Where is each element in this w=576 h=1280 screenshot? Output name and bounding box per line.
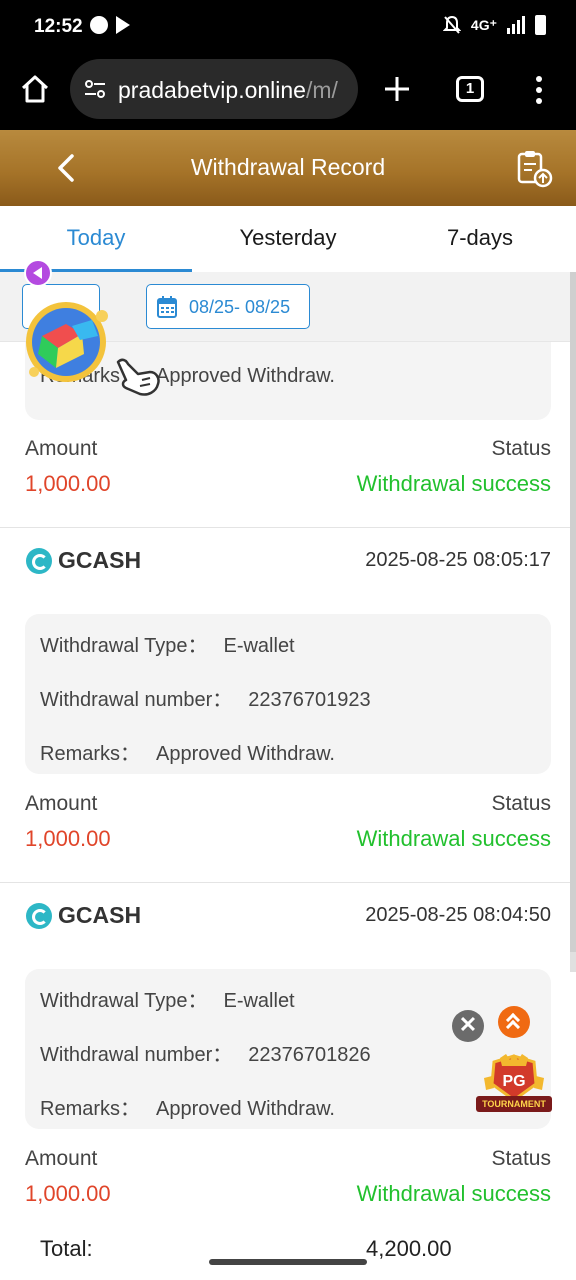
pointer-hand-icon xyxy=(116,358,160,396)
record-datetime: 2025-08-25 08:04:50 xyxy=(365,904,551,926)
gcash-icon xyxy=(26,548,52,574)
amount-value: 1,000.00 xyxy=(25,826,111,851)
tournament-badge[interactable]: PG TOURNAMENT xyxy=(470,1054,558,1120)
record-item: GCASH 2025-08-25 08:04:50 Withdrawal Typ… xyxy=(0,883,570,1223)
status-bar: 12:52 4G⁺ xyxy=(0,0,576,52)
tab-yesterday[interactable]: Yesterday xyxy=(192,206,384,272)
amount-label: Amount xyxy=(25,792,98,815)
withdrawal-type-row: Withdrawal Type： E-wallet xyxy=(40,635,295,657)
status-value: Withdrawal success xyxy=(356,1181,551,1206)
gesture-nav-bar[interactable] xyxy=(209,1259,367,1265)
remarks-row: Remarks： Approved Withdraw. xyxy=(40,743,335,765)
more-menu-icon[interactable] xyxy=(536,76,544,106)
withdrawal-type-row: Withdrawal Type： E-wallet xyxy=(40,990,295,1012)
date-range-text: 08/25- 08/25 xyxy=(189,297,291,317)
new-tab-icon[interactable] xyxy=(382,74,412,104)
tab-7-days[interactable]: 7-days xyxy=(384,206,576,272)
payment-method: GCASH xyxy=(58,902,142,928)
remarks-row: Remarks： Approved Withdraw. xyxy=(40,1098,335,1120)
record-item: GCASH 2025-08-25 08:05:17 Withdrawal Typ… xyxy=(0,528,570,883)
app-header: Withdrawal Record xyxy=(0,130,576,206)
record-header: GCASH 2025-08-25 08:05:17 xyxy=(0,528,570,588)
record-datetime: 2025-08-25 08:05:17 xyxy=(365,549,551,571)
messenger-icon xyxy=(90,16,108,34)
record-details: Withdrawal Type： E-wallet Withdrawal numb… xyxy=(25,614,551,774)
clipboard-upload-icon[interactable] xyxy=(516,148,554,188)
status-label: Status xyxy=(491,792,551,815)
page-title: Withdrawal Record xyxy=(190,154,386,180)
notification-icons xyxy=(90,16,130,34)
game-cube-icon[interactable] xyxy=(22,296,122,386)
total-value: 4,200.00 xyxy=(366,1236,452,1261)
home-icon[interactable] xyxy=(20,74,50,104)
amount-value: 1,000.00 xyxy=(25,1181,111,1206)
network-type: 4G⁺ xyxy=(470,16,497,33)
url-host: pradabetvip.online xyxy=(118,77,306,103)
record-list: Withdrawal number：22376702828 Remarks：Ap… xyxy=(0,342,570,1280)
total-label: Total: xyxy=(40,1236,93,1261)
battery-icon xyxy=(535,15,546,35)
amount-label: Amount xyxy=(25,437,98,460)
record-header: GCASH 2025-08-25 08:04:50 xyxy=(0,883,570,943)
signal-icon xyxy=(507,16,525,34)
tab-switcher-button[interactable]: 1 xyxy=(456,76,484,102)
scrollbar-thumb[interactable] xyxy=(570,272,576,952)
amount-value: 1,000.00 xyxy=(25,471,111,496)
close-float-button[interactable]: ✕ xyxy=(452,1010,484,1042)
status-value: Withdrawal success xyxy=(356,471,551,496)
collapse-float-button[interactable] xyxy=(24,259,52,287)
amount-label: Amount xyxy=(25,1147,98,1170)
system-icons: 4G⁺ xyxy=(442,15,546,35)
url-text[interactable]: pradabetvip.online/m/ xyxy=(118,77,350,104)
payment-method: GCASH xyxy=(58,547,142,573)
status-label: Status xyxy=(491,437,551,460)
address-bar[interactable]: pradabetvip.online/m/ xyxy=(70,59,358,119)
calendar-icon xyxy=(157,296,177,318)
withdrawal-number-row: Withdrawal number： 22376701923 xyxy=(40,689,371,711)
scroll-top-button[interactable] xyxy=(498,1006,530,1038)
date-range-button[interactable]: 08/25- 08/25 xyxy=(146,284,310,329)
svg-text:PG: PG xyxy=(502,1073,525,1090)
status-label: Status xyxy=(491,1147,551,1170)
play-icon xyxy=(116,16,130,34)
browser-toolbar: pradabetvip.online/m/ 1 xyxy=(0,52,576,130)
tournament-label: TOURNAMENT xyxy=(476,1096,552,1112)
clock: 12:52 xyxy=(34,16,83,37)
status-value: Withdrawal success xyxy=(356,826,551,851)
withdrawal-number-row: Withdrawal number： 22376701826 xyxy=(40,1044,371,1066)
url-path: /m/ xyxy=(305,77,338,103)
mute-bell-icon xyxy=(442,15,461,34)
site-settings-icon[interactable] xyxy=(84,79,106,99)
date-tabs: Today Yesterday 7-days xyxy=(0,206,576,272)
gcash-icon xyxy=(26,903,52,929)
